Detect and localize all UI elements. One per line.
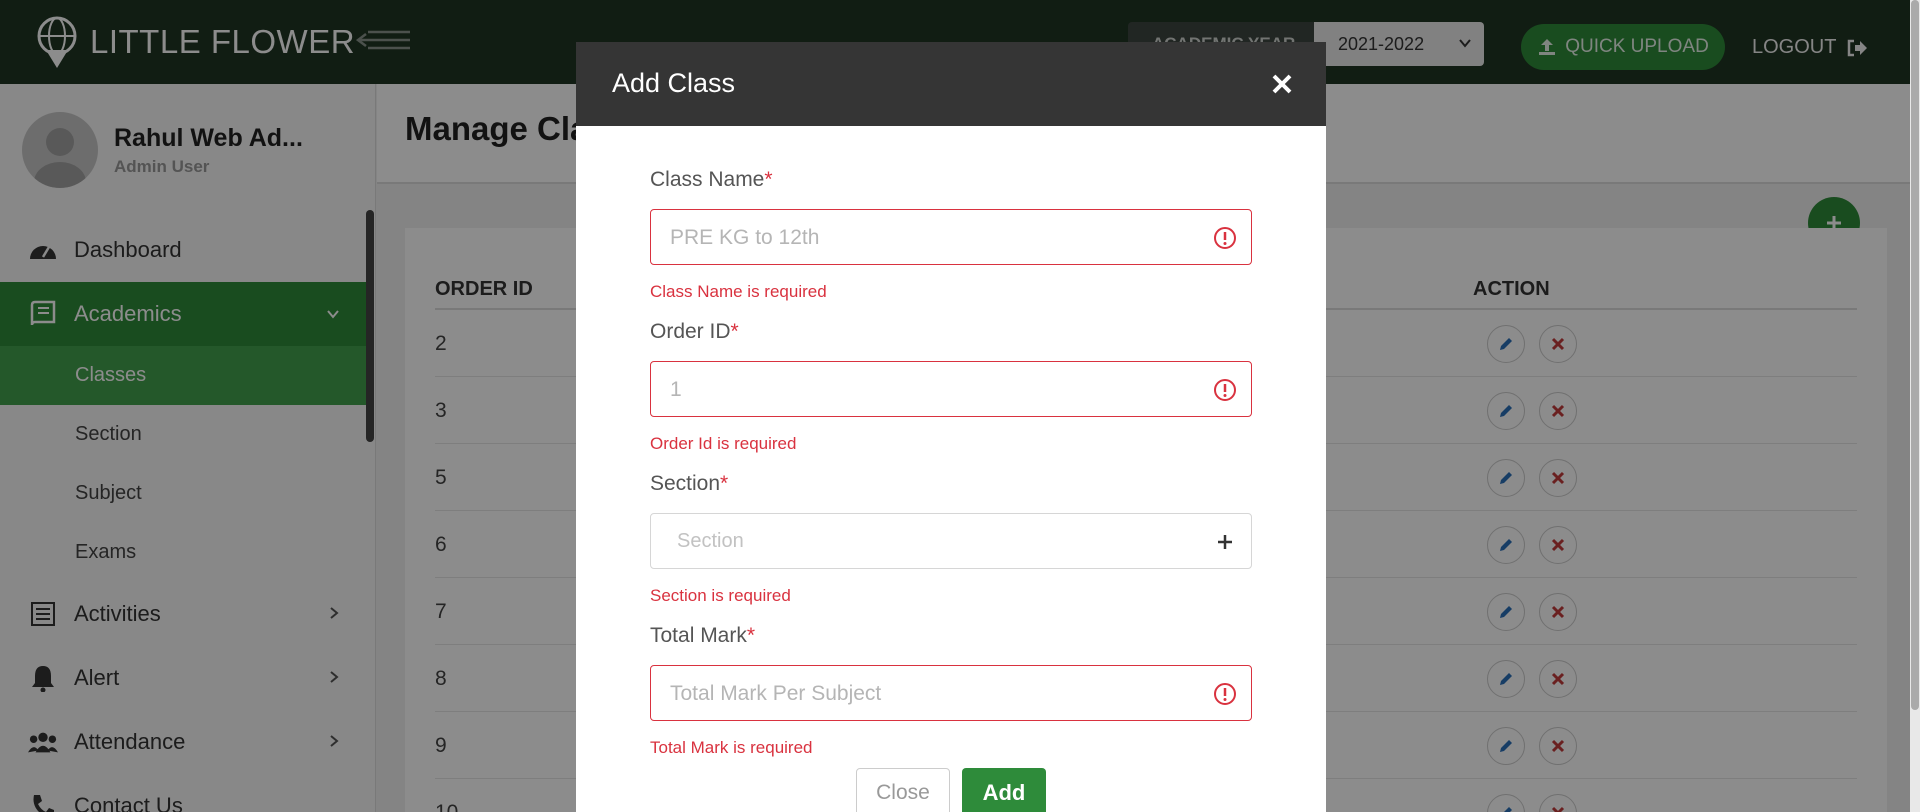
order-id-error: Order Id is required bbox=[650, 434, 797, 453]
error-icon bbox=[1214, 683, 1236, 705]
modal-title: Add Class bbox=[612, 68, 736, 98]
section-select[interactable]: Section bbox=[650, 513, 1252, 569]
section-error: Section is required bbox=[650, 586, 791, 605]
close-button[interactable]: Close bbox=[856, 768, 950, 812]
class-name-error: Class Name is required bbox=[650, 282, 827, 301]
add-class-modal: Add Class Class Name* PRE KG to 12th Cla… bbox=[576, 42, 1326, 812]
class-name-input[interactable]: PRE KG to 12th bbox=[650, 209, 1252, 265]
add-button[interactable]: Add bbox=[962, 768, 1046, 812]
total-mark-label: Total Mark* bbox=[650, 624, 756, 647]
close-icon[interactable] bbox=[1268, 70, 1296, 98]
page-scrollbar[interactable] bbox=[1910, 0, 1920, 812]
order-id-input[interactable]: 1 bbox=[650, 361, 1252, 417]
plus-icon[interactable] bbox=[1213, 530, 1237, 554]
modal-header: Add Class bbox=[576, 42, 1326, 126]
page-scrollbar-thumb[interactable] bbox=[1911, 0, 1919, 710]
total-mark-error: Total Mark is required bbox=[650, 738, 813, 757]
order-id-label: Order ID* bbox=[650, 320, 739, 343]
total-mark-input[interactable]: Total Mark Per Subject bbox=[650, 665, 1252, 721]
section-label: Section* bbox=[650, 472, 729, 495]
class-name-label: Class Name* bbox=[650, 168, 773, 191]
error-icon bbox=[1214, 227, 1236, 249]
error-icon bbox=[1214, 379, 1236, 401]
